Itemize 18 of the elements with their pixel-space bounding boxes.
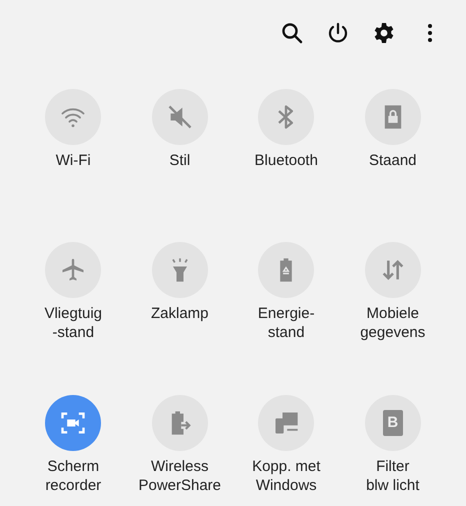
- toggle-label: Wireless PowerShare: [138, 457, 222, 495]
- toggle-label: Scherm recorder: [45, 457, 102, 495]
- quick-toggle[interactable]: B: [364, 395, 421, 451]
- settings-icon[interactable]: [372, 21, 396, 45]
- toggle-label: Energie- stand: [258, 304, 315, 342]
- toggle-label: Bluetooth: [254, 151, 318, 170]
- toggle-label: Filter blw licht: [366, 457, 420, 495]
- toggle-label: Stil: [169, 151, 190, 170]
- power-icon[interactable]: [326, 21, 350, 45]
- toggle-label: Staand: [368, 151, 417, 170]
- toggle-label: Wi-Fi: [56, 151, 91, 170]
- toggle-label: Kopp. met Windows: [252, 457, 320, 495]
- toggle-label: Vliegtuig -stand: [44, 304, 102, 342]
- letter-tile-icon: B: [382, 410, 403, 436]
- toggle-label: Mobiele gegevens: [360, 304, 426, 342]
- toggle-label: Zaklamp: [150, 304, 209, 323]
- speaker-muted-icon: [166, 103, 194, 131]
- search-icon[interactable]: [280, 21, 304, 45]
